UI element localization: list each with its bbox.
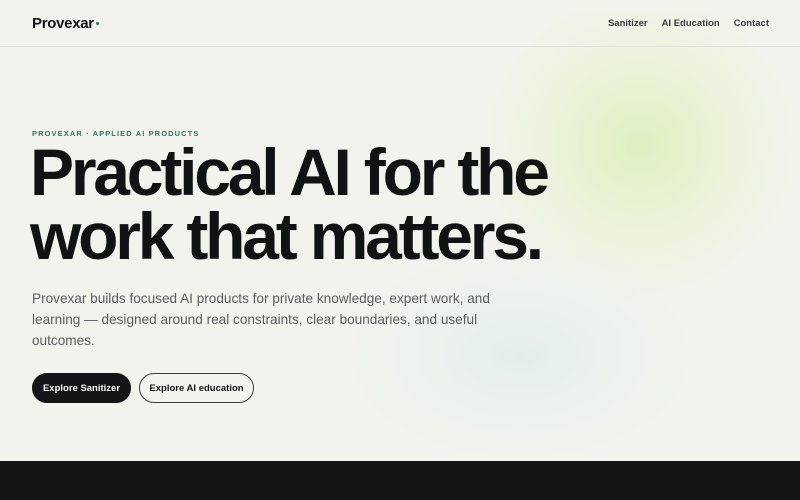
hero-cta-group: Explore Sanitizer Explore AI education: [32, 373, 254, 403]
nav-link-sanitizer[interactable]: Sanitizer: [608, 18, 648, 29]
hero-description: Provexar builds focused AI products for …: [32, 291, 490, 348]
background-glow-blue: [330, 240, 710, 470]
hero-title: Practical AI for the work that matters.: [30, 135, 590, 273]
nav-link-ai-education[interactable]: AI Education: [662, 18, 720, 29]
logo-text: Provexar: [32, 14, 94, 32]
hero-title-line-2: work that matters.: [30, 199, 544, 273]
nav-link-contact[interactable]: Contact: [734, 18, 769, 29]
logo[interactable]: Provexar: [32, 15, 99, 32]
hero-title-line-1: Practical AI for the: [30, 135, 550, 209]
explore-ai-education-button[interactable]: Explore AI education: [139, 373, 254, 403]
site-header: Provexar Sanitizer AI Education Contact: [0, 0, 800, 47]
main-nav: Sanitizer AI Education Contact: [608, 18, 769, 29]
explore-sanitizer-button[interactable]: Explore Sanitizer: [32, 373, 131, 403]
dark-section-band: [0, 461, 800, 500]
logo-dot-icon: [95, 21, 99, 25]
